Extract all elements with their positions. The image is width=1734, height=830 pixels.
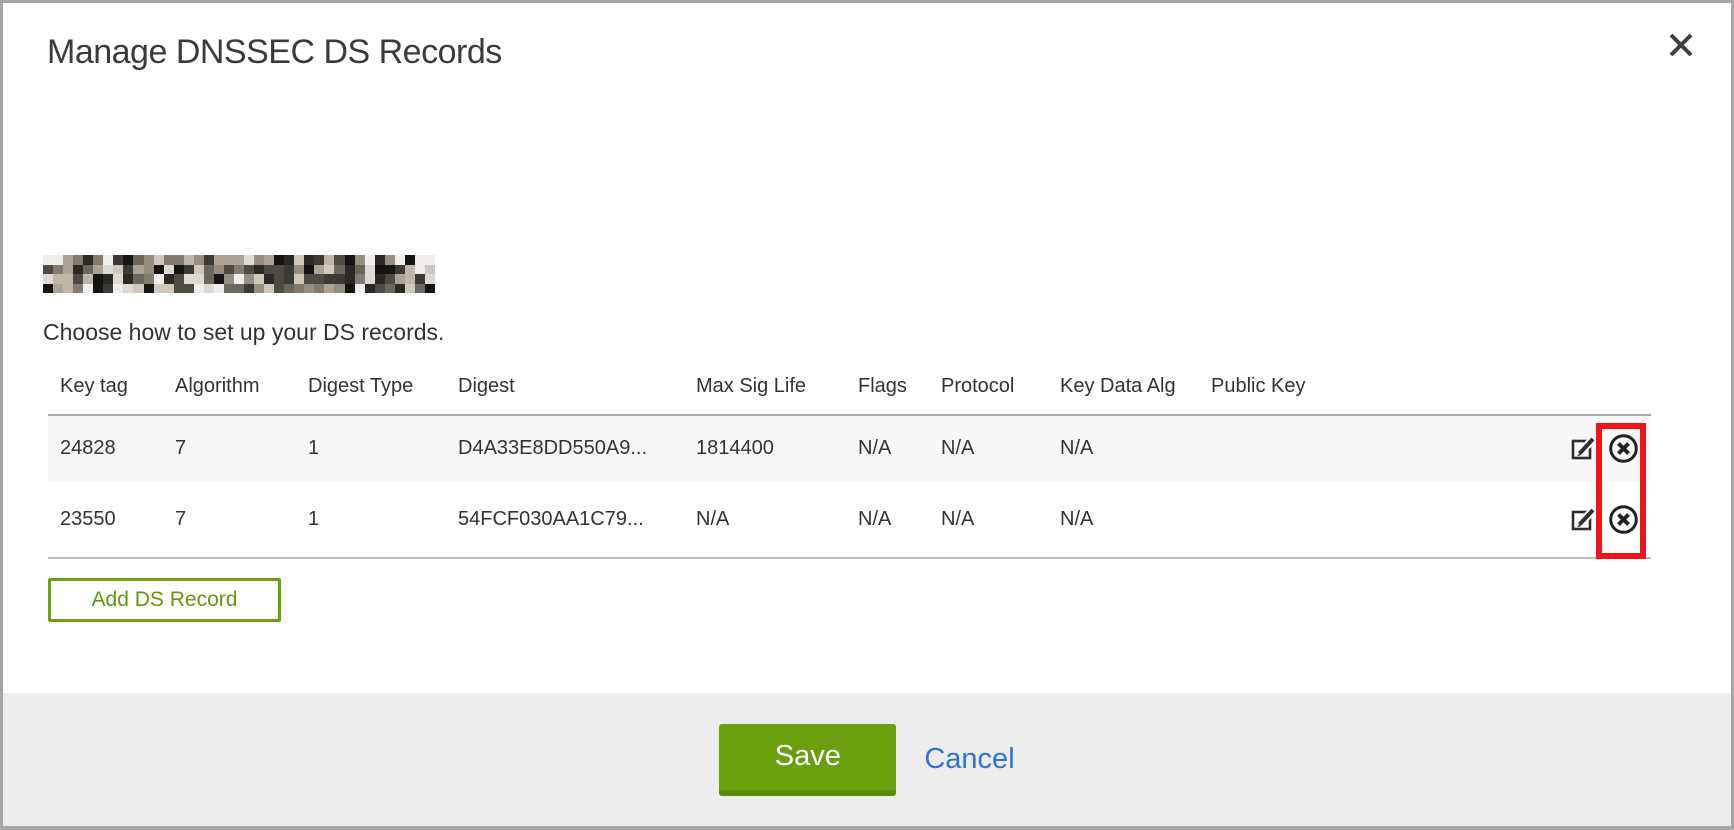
cell-digest: 54FCF030AA1C79... (446, 481, 684, 558)
cell-max-sig-life: 1814400 (684, 415, 846, 481)
cell-public-key (1199, 481, 1521, 558)
delete-buttons-highlight-annotation (1596, 423, 1646, 559)
cell-algorithm: 7 (163, 415, 296, 481)
column-header-actions (1521, 369, 1651, 415)
cell-key-data-alg: N/A (1048, 481, 1199, 558)
cell-key-data-alg: N/A (1048, 415, 1199, 481)
cell-protocol: N/A (929, 481, 1048, 558)
cell-key-tag: 23550 (48, 481, 163, 558)
column-header-key-tag: Key tag (48, 369, 163, 415)
column-header-public-key: Public Key (1199, 369, 1521, 415)
dialog-footer: Save Cancel (3, 693, 1731, 826)
cell-key-tag: 24828 (48, 415, 163, 481)
table-row: 24828 7 1 D4A33E8DD550A9... 1814400 N/A … (48, 415, 1651, 481)
close-button[interactable] (1663, 27, 1699, 63)
page-title: Manage DNSSEC DS Records (47, 33, 502, 72)
table-row: 23550 7 1 54FCF030AA1C79... N/A N/A N/A … (48, 481, 1651, 558)
cell-max-sig-life: N/A (684, 481, 846, 558)
cell-digest-type: 1 (296, 415, 446, 481)
column-header-max-sig-life: Max Sig Life (684, 369, 846, 415)
cell-public-key (1199, 415, 1521, 481)
add-ds-record-button[interactable]: Add DS Record (48, 578, 281, 622)
cell-protocol: N/A (929, 415, 1048, 481)
save-button[interactable]: Save (719, 724, 896, 796)
ds-records-table: Key tag Algorithm Digest Type Digest Max… (48, 369, 1651, 559)
cell-digest: D4A33E8DD550A9... (446, 415, 684, 481)
close-icon (1666, 30, 1696, 60)
cell-flags: N/A (846, 415, 929, 481)
cancel-link[interactable]: Cancel (924, 743, 1014, 776)
column-header-key-data-alg: Key Data Alg (1048, 369, 1199, 415)
instruction-text: Choose how to set up your DS records. (43, 319, 444, 346)
column-header-algorithm: Algorithm (163, 369, 296, 415)
column-header-digest: Digest (446, 369, 684, 415)
cell-algorithm: 7 (163, 481, 296, 558)
domain-name-redacted (43, 255, 435, 293)
edit-pencil-square-icon (1570, 450, 1597, 465)
column-header-digest-type: Digest Type (296, 369, 446, 415)
cell-digest-type: 1 (296, 481, 446, 558)
table-header-row: Key tag Algorithm Digest Type Digest Max… (48, 369, 1651, 415)
cell-flags: N/A (846, 481, 929, 558)
edit-record-button[interactable] (1570, 506, 1597, 533)
column-header-protocol: Protocol (929, 369, 1048, 415)
edit-pencil-square-icon (1570, 521, 1597, 536)
column-header-flags: Flags (846, 369, 929, 415)
edit-record-button[interactable] (1570, 435, 1597, 462)
dnssec-dialog: Manage DNSSEC DS Records Choose how to s… (0, 0, 1734, 830)
